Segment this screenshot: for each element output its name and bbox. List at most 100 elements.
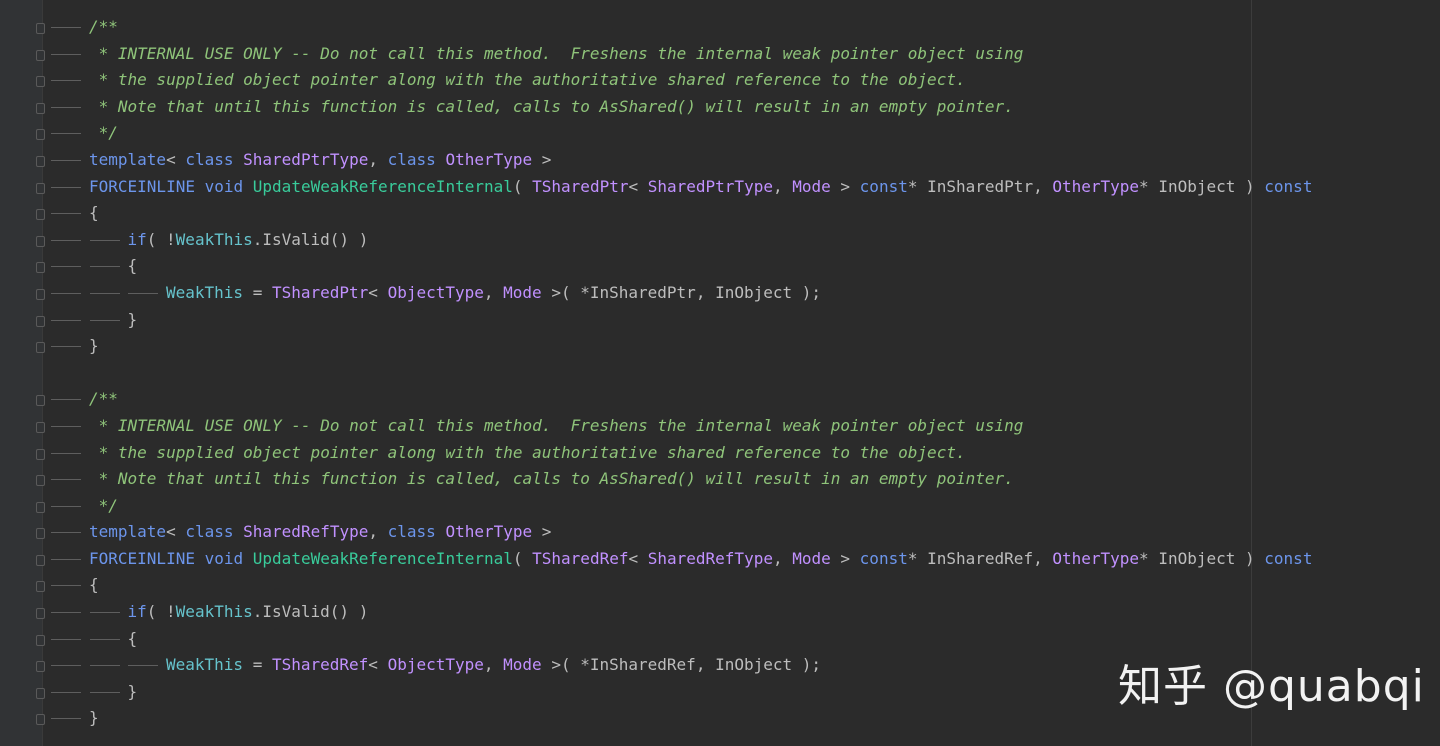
code-text: if( !WeakThis.IsValid() )	[128, 599, 369, 626]
code-token: ,	[483, 655, 504, 675]
indent-guide	[51, 665, 81, 667]
code-token: WeakThis	[175, 229, 253, 249]
indent-guide	[51, 399, 81, 401]
code-token: .IsValid() )	[252, 602, 369, 622]
fold-marker-icon[interactable]	[36, 102, 45, 114]
code-text: if( !WeakThis.IsValid() )	[128, 227, 369, 254]
fold-marker-icon[interactable]	[36, 155, 45, 167]
code-token: * the supplied object pointer along with…	[89, 70, 966, 90]
code-text: template< class SharedRefType, class Oth…	[89, 519, 551, 546]
code-text: FORCEINLINE void UpdateWeakReferenceInte…	[89, 546, 1312, 573]
indent-guide	[51, 691, 81, 693]
fold-marker-icon[interactable]	[36, 421, 45, 433]
indent-guide	[51, 319, 81, 321]
code-token: Mode	[792, 176, 831, 196]
indent-guide	[51, 106, 81, 108]
code-text: /**	[89, 386, 118, 413]
code-token: <	[628, 548, 648, 568]
indent-guide	[51, 585, 81, 587]
code-text: {	[89, 200, 99, 227]
code-token: * Note that until this function is calle…	[89, 96, 1014, 116]
fold-marker-icon[interactable]	[36, 76, 45, 88]
fold-marker-icon[interactable]	[36, 608, 45, 620]
fold-marker-icon[interactable]	[36, 182, 45, 194]
fold-marker-icon[interactable]	[36, 262, 45, 274]
fold-marker-icon[interactable]	[36, 395, 45, 407]
code-text: * Note that until this function is calle…	[89, 466, 1014, 493]
code-token: const	[1264, 176, 1313, 196]
code-token: UpdateWeakReferenceInternal	[252, 176, 513, 196]
fold-marker-icon[interactable]	[36, 661, 45, 673]
code-text: }	[89, 705, 99, 732]
fold-marker-icon[interactable]	[36, 581, 45, 593]
code-token: >	[532, 522, 552, 542]
fold-marker-icon[interactable]	[36, 49, 45, 61]
indent-guide	[51, 133, 81, 135]
code-token: (	[512, 176, 533, 196]
fold-marker-icon[interactable]	[36, 129, 45, 141]
code-token: const	[859, 548, 908, 568]
fold-marker-icon[interactable]	[36, 475, 45, 487]
code-token: FORCEINLINE	[89, 176, 195, 196]
code-token: ObjectType	[387, 282, 484, 302]
fold-marker-icon[interactable]	[36, 528, 45, 540]
code-text: * INTERNAL USE ONLY -- Do not call this …	[89, 413, 1024, 440]
code-token: TSharedPtr	[532, 176, 629, 196]
code-token: >	[830, 176, 860, 196]
code-token: >	[830, 548, 860, 568]
code-text: WeakThis = TSharedRef< ObjectType, Mode …	[166, 652, 821, 679]
code-token: */	[89, 495, 118, 515]
code-token: {	[89, 575, 99, 595]
code-token: WeakThis	[166, 282, 244, 302]
code-token: * INTERNAL USE ONLY -- Do not call this …	[89, 43, 1024, 63]
code-text: {	[128, 253, 138, 280]
indent-guide	[51, 425, 81, 427]
code-token: {	[127, 256, 138, 276]
indent-guide	[51, 53, 81, 55]
code-token: Mode	[792, 548, 831, 568]
code-token: ObjectType	[387, 655, 484, 675]
fold-marker-icon[interactable]	[36, 501, 45, 513]
fold-marker-icon[interactable]	[36, 554, 45, 566]
code-token: Mode	[503, 282, 542, 302]
fold-marker-icon[interactable]	[36, 288, 45, 300]
fold-marker-icon[interactable]	[36, 23, 45, 34]
fold-marker-icon[interactable]	[36, 714, 45, 726]
code-token: TSharedPtr	[271, 282, 369, 302]
indent-guide	[51, 612, 81, 614]
fold-marker-icon[interactable]	[36, 209, 45, 221]
code-token: <	[166, 522, 186, 542]
code-token: template	[89, 522, 167, 542]
indent-guide	[51, 292, 81, 294]
code-token: */	[89, 123, 118, 143]
code-token: SharedPtrType	[647, 176, 773, 196]
fold-marker-icon[interactable]	[36, 687, 45, 699]
code-token: /**	[89, 17, 118, 36]
code-editor[interactable]: /** * INTERNAL USE ONLY -- Do not call t…	[36, 0, 1440, 746]
code-token: OtherType	[1052, 548, 1140, 568]
code-token: }	[89, 708, 99, 728]
indent-guide	[89, 266, 120, 268]
fold-marker-icon[interactable]	[36, 315, 45, 327]
code-token: * InSharedRef,	[907, 548, 1053, 568]
fold-marker-icon[interactable]	[36, 342, 45, 354]
indent-guide	[51, 638, 81, 640]
code-token: ( !	[146, 229, 176, 249]
code-text: {	[89, 572, 99, 599]
fold-marker-icon[interactable]	[36, 235, 45, 247]
fold-marker-icon[interactable]	[36, 448, 45, 460]
fold-marker-icon[interactable]	[36, 634, 45, 646]
indent-guide	[128, 665, 158, 667]
code-text: */	[89, 120, 118, 147]
indent-guide	[51, 186, 81, 188]
code-token: * INTERNAL USE ONLY -- Do not call this …	[89, 415, 1024, 435]
code-token: <	[166, 149, 186, 169]
code-token: /**	[89, 389, 118, 409]
code-token: {	[127, 628, 138, 648]
